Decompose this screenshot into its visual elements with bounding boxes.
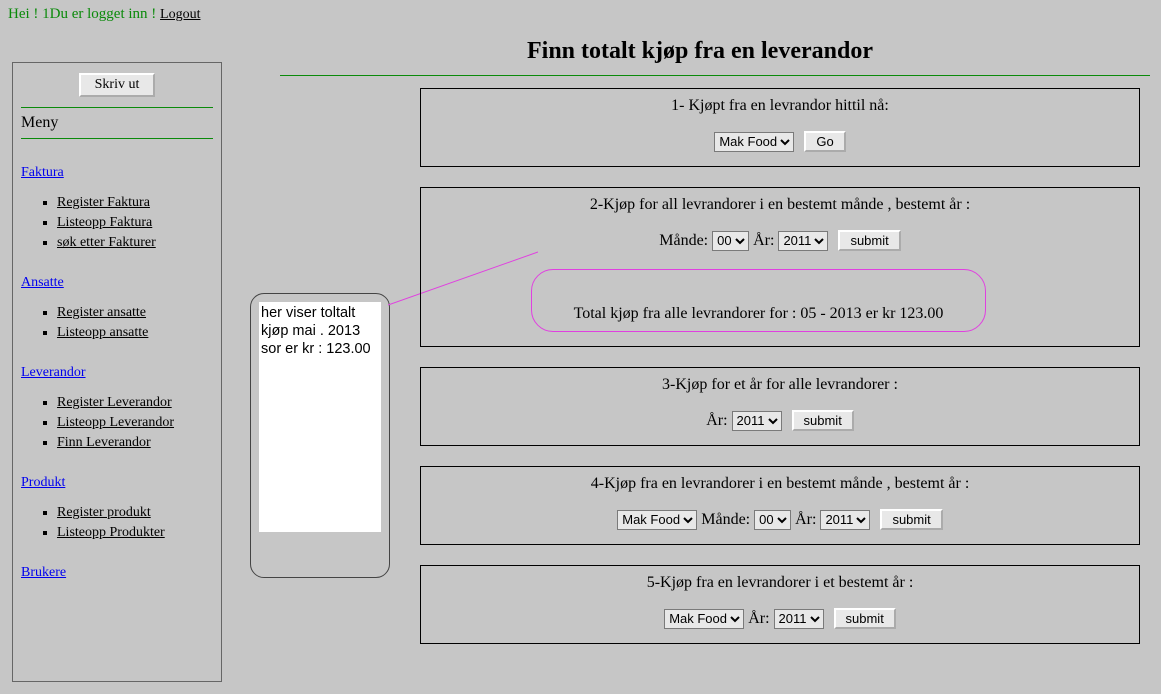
- divider: [21, 107, 213, 108]
- title-underline: [280, 75, 1150, 76]
- sidebar-list: Register Leverandor Listeopp Leverandor …: [21, 395, 213, 451]
- divider: [21, 138, 213, 139]
- supplier-select-1[interactable]: Mak Food: [714, 132, 794, 152]
- page-title: Finn totalt kjøp fra en leverandor: [250, 38, 1150, 65]
- section-4: 4-Kjøp fra en levrandorer i en bestemt m…: [420, 466, 1140, 545]
- sidebar-item: søk etter Fakturer: [57, 235, 213, 251]
- section-1-label: 1- Kjøpt fra en levrandor hittil nå:: [431, 97, 1129, 115]
- sidebar-section-produkt[interactable]: Produkt: [21, 475, 65, 491]
- sidebar-section-leverandor[interactable]: Leverandor: [21, 365, 86, 381]
- submit-button-5[interactable]: submit: [834, 608, 896, 629]
- month-select-2[interactable]: 00: [712, 231, 749, 251]
- submit-button-3[interactable]: submit: [792, 410, 854, 431]
- month-label: Månde:: [659, 232, 708, 249]
- greeting-prefix: Hei ! 1: [8, 6, 50, 22]
- sidebar-item: Listeopp Faktura: [57, 215, 213, 231]
- sidebar-link-register-ansatte[interactable]: Register ansatte: [57, 305, 146, 320]
- sidebar-item: Register produkt: [57, 505, 213, 521]
- year-label: År:: [795, 511, 816, 528]
- result-text: Total kjøp fra alle levrandorer for : 05…: [574, 305, 944, 323]
- sidebar-link-listeopp-ansatte[interactable]: Listeopp ansatte: [57, 325, 148, 340]
- sidebar-link-finn-leverandor[interactable]: Finn Leverandor: [57, 435, 151, 450]
- year-label: År:: [748, 610, 769, 627]
- sidebar-item: Listeopp Produkter: [57, 525, 213, 541]
- submit-button-2[interactable]: submit: [838, 230, 900, 251]
- result-bubble: Total kjøp fra alle levrandorer for : 05…: [531, 269, 986, 332]
- section-5: 5-Kjøp fra en levrandorer i et bestemt å…: [420, 565, 1140, 644]
- sidebar-link-listeopp-produkter[interactable]: Listeopp Produkter: [57, 525, 165, 540]
- sidebar-section-ansatte[interactable]: Ansatte: [21, 275, 64, 291]
- supplier-select-5[interactable]: Mak Food: [664, 609, 744, 629]
- sidebar-list: Register ansatte Listeopp ansatte: [21, 305, 213, 341]
- sidebar-item: Register Faktura: [57, 195, 213, 211]
- section-1: 1- Kjøpt fra en levrandor hittil nå: Mak…: [420, 88, 1140, 167]
- logged-in-text: Du er logget inn !: [50, 6, 157, 22]
- section-2: 2-Kjøp for all levrandorer i en bestemt …: [420, 187, 1140, 347]
- section-3-label: 3-Kjøp for et år for alle levrandorer :: [431, 376, 1129, 394]
- sidebar-link-register-faktura[interactable]: Register Faktura: [57, 195, 150, 210]
- sidebar-link-register-produkt[interactable]: Register produkt: [57, 505, 151, 520]
- year-select-3[interactable]: 2011: [732, 411, 782, 431]
- sidebar-list: Register produkt Listeopp Produkter: [21, 505, 213, 541]
- sidebar-list: Register Faktura Listeopp Faktura søk et…: [21, 195, 213, 251]
- sidebar-section-brukere[interactable]: Brukere: [21, 565, 66, 581]
- sidebar-section-faktura[interactable]: Faktura: [21, 165, 64, 181]
- menu-title: Meny: [21, 114, 213, 132]
- main-content: Finn totalt kjøp fra en leverandor 1- Kj…: [250, 28, 1150, 664]
- year-label: År:: [706, 412, 727, 429]
- logout-link[interactable]: Logout: [160, 7, 200, 22]
- sidebar-item: Listeopp ansatte: [57, 325, 213, 341]
- sidebar-item: Finn Leverandor: [57, 435, 213, 451]
- sidebar-link-listeopp-leverandor[interactable]: Listeopp Leverandor: [57, 415, 174, 430]
- year-label: År:: [753, 232, 774, 249]
- section-3: 3-Kjøp for et år for alle levrandorer : …: [420, 367, 1140, 446]
- sidebar-item: Register Leverandor: [57, 395, 213, 411]
- sidebar-link-listeopp-faktura[interactable]: Listeopp Faktura: [57, 215, 152, 230]
- month-select-4[interactable]: 00: [754, 510, 791, 530]
- year-select-5[interactable]: 2011: [774, 609, 824, 629]
- sidebar-link-register-leverandor[interactable]: Register Leverandor: [57, 395, 172, 410]
- go-button-1[interactable]: Go: [804, 131, 845, 152]
- section-2-label: 2-Kjøp for all levrandorer i en bestemt …: [431, 196, 1129, 214]
- month-label: Månde:: [701, 511, 750, 528]
- sidebar-item: Listeopp Leverandor: [57, 415, 213, 431]
- supplier-select-4[interactable]: Mak Food: [617, 510, 697, 530]
- submit-button-4[interactable]: submit: [880, 509, 942, 530]
- year-select-2[interactable]: 2011: [778, 231, 828, 251]
- sidebar: Skriv ut Meny Faktura Register Faktura L…: [12, 62, 222, 682]
- sidebar-link-sok-fakturer[interactable]: søk etter Fakturer: [57, 235, 156, 250]
- sidebar-item: Register ansatte: [57, 305, 213, 321]
- top-bar: Hei ! 1Du er logget inn ! Logout: [0, 0, 1161, 27]
- year-select-4[interactable]: 2011: [820, 510, 870, 530]
- print-button[interactable]: Skriv ut: [79, 73, 156, 97]
- section-4-label: 4-Kjøp fra en levrandorer i en bestemt m…: [431, 475, 1129, 493]
- section-5-label: 5-Kjøp fra en levrandorer i et bestemt å…: [431, 574, 1129, 592]
